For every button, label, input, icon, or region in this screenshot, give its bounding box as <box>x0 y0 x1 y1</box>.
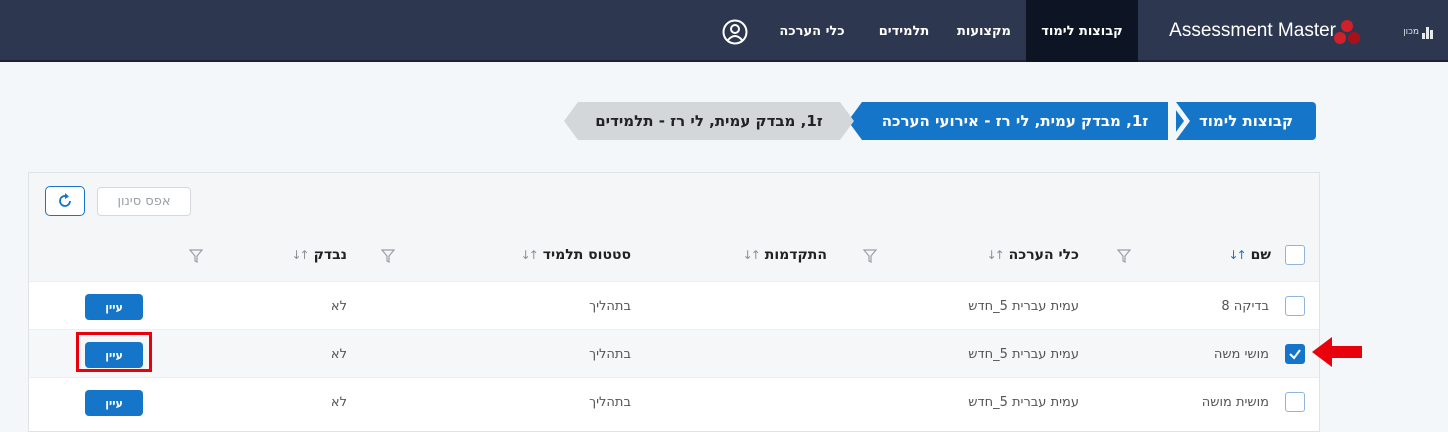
column-header-student-status[interactable]: סטטוס תלמיד ↑↓ <box>499 229 631 281</box>
checked-value: לא <box>330 394 347 410</box>
sort-icon[interactable]: ↑↓ <box>987 248 1005 262</box>
column-label: שם <box>1250 247 1271 263</box>
student-name: בדיקה 8 <box>1221 298 1269 314</box>
refresh-button[interactable] <box>45 186 85 216</box>
student-status: בתהליך <box>589 298 631 314</box>
column-label: התקדמות <box>764 247 827 263</box>
refresh-icon <box>59 193 71 207</box>
assessment-tool: עמית עברית 5_חדש <box>968 394 1079 410</box>
arrow-left-icon <box>1312 337 1362 367</box>
student-name: מושי משה <box>1213 346 1269 362</box>
institute-logo: מכון <box>1374 22 1434 42</box>
institute-logo-text: מכון <box>1403 27 1419 37</box>
highlight-box <box>76 332 152 372</box>
checked-value: לא <box>330 346 347 362</box>
filter-icon[interactable] <box>863 249 877 263</box>
row-checkbox[interactable] <box>1285 344 1305 364</box>
filter-icon[interactable] <box>381 249 395 263</box>
breadcrumb-label: ז1, מבדק עמית, לי רז - תלמידים <box>595 112 823 130</box>
table-row: בדיקה 8 עמית עברית 5_חדש בתהליך לא עיין <box>29 281 1319 329</box>
nav-study-groups[interactable]: קבוצות לימוד <box>1026 0 1138 62</box>
table-row: מושית מושה עמית עברית 5_חדש בתהליך לא עי… <box>29 377 1319 425</box>
breadcrumb-study-groups[interactable]: קבוצות לימוד <box>1176 102 1316 140</box>
reset-filter-button[interactable]: אפס סינון <box>97 187 191 216</box>
breadcrumb-assessment-events[interactable]: ז1, מבדק עמית, לי רז - אירועי הערכה <box>862 102 1168 140</box>
student-name: מושית מושה <box>1201 394 1269 410</box>
user-circle-icon[interactable] <box>722 19 748 45</box>
column-header-assessment-tool[interactable]: כלי הערכה ↑↓ <box>969 229 1079 281</box>
breadcrumb-students: ז1, מבדק עמית, לי רז - תלמידים <box>578 102 840 140</box>
breadcrumb-chevron-icon <box>838 102 854 140</box>
table-toolbar: אפס סינון <box>29 173 1319 229</box>
student-status: בתהליך <box>589 394 631 410</box>
breadcrumb-left-edge <box>564 102 580 140</box>
progress <box>689 330 829 378</box>
checked-value: לא <box>330 298 347 314</box>
row-checkbox[interactable] <box>1285 296 1305 316</box>
view-button[interactable]: עיין <box>85 390 143 416</box>
view-button[interactable]: עיין <box>85 294 143 320</box>
app-title: Assessment Master <box>1169 20 1336 41</box>
progress <box>689 282 829 330</box>
breadcrumb-label: ז1, מבדק עמית, לי רז - אירועי הערכה <box>881 112 1149 130</box>
column-label: נבדק <box>313 247 347 263</box>
column-label: כלי הערכה <box>1008 247 1079 263</box>
breadcrumb-chevron-icon <box>1170 102 1190 140</box>
column-header-checked[interactable]: נבדק ↑↓ <box>281 229 347 281</box>
student-status: בתהליך <box>589 346 631 362</box>
column-header-progress[interactable]: התקדמות ↑↓ <box>723 229 827 281</box>
sort-ascending-icon[interactable]: ↑↓ <box>1229 248 1247 262</box>
filter-icon[interactable] <box>1117 249 1131 263</box>
sort-icon[interactable]: ↑↓ <box>521 248 539 262</box>
breadcrumb-label: קבוצות לימוד <box>1198 112 1294 130</box>
assessment-tool: עמית עברית 5_חדש <box>968 298 1079 314</box>
sort-icon[interactable]: ↑↓ <box>291 248 309 262</box>
brand-logo-icon <box>1334 20 1360 44</box>
table-row: מושי משה עמית עברית 5_חדש בתהליך לא עיין <box>29 329 1319 377</box>
table-header: שם ↑↓ כלי הערכה ↑↓ התקדמות ↑↓ סטטוס תלמי… <box>29 229 1319 281</box>
nav-assessment-tools[interactable]: כלי הערכה <box>764 0 860 62</box>
column-label: סטטוס תלמיד <box>542 247 631 263</box>
checkmark-icon <box>1289 349 1301 360</box>
column-header-name[interactable]: שם ↑↓ <box>1199 229 1271 281</box>
building-icon <box>1422 25 1434 39</box>
row-checkbox[interactable] <box>1285 392 1305 412</box>
students-table-panel: אפס סינון שם ↑↓ כלי הערכה ↑↓ התקדמות ↑↓ … <box>28 172 1320 432</box>
assessment-tool: עמית עברית 5_חדש <box>968 346 1079 362</box>
progress <box>689 378 829 426</box>
nav-students[interactable]: תלמידים <box>864 0 944 62</box>
nav-subjects[interactable]: מקצועות <box>946 0 1022 62</box>
select-all-checkbox[interactable] <box>1285 245 1305 265</box>
sort-icon[interactable]: ↑↓ <box>743 248 761 262</box>
filter-icon[interactable] <box>189 249 203 263</box>
top-navbar: מכון Assessment Master קבוצות לימוד מקצו… <box>0 0 1448 62</box>
